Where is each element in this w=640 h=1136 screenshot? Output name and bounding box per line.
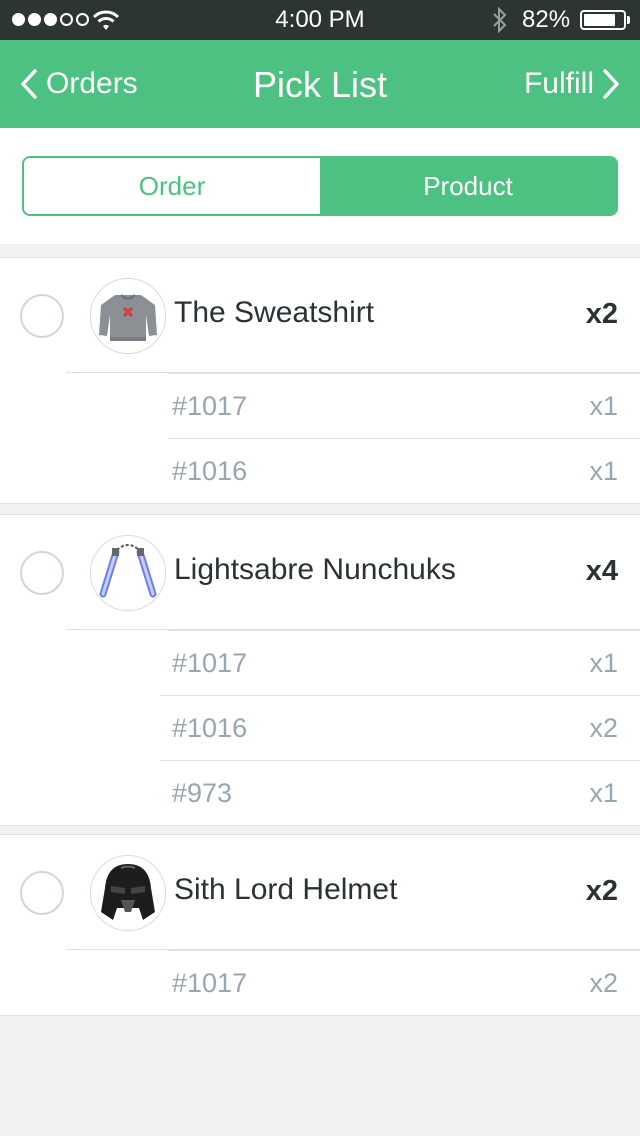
product-row[interactable]: Lightsabre Nunchuks x4 — [0, 515, 640, 630]
segmented-control: Order Product — [22, 156, 618, 216]
order-row[interactable]: #1017 x1 — [0, 630, 640, 695]
battery-level — [584, 14, 615, 26]
product-quantity: x2 — [585, 298, 618, 330]
product-quantity: x4 — [585, 555, 618, 587]
product-row[interactable]: The Sweatshirt x2 — [0, 258, 640, 373]
order-quantity: x1 — [589, 456, 618, 486]
divider — [168, 630, 640, 631]
divider — [168, 373, 640, 374]
helmet-image — [90, 855, 166, 931]
order-row[interactable]: #973 x1 — [0, 760, 640, 825]
order-row[interactable]: #1016 x1 — [0, 438, 640, 503]
product-quantity: x2 — [585, 875, 618, 907]
nunchuks-image — [90, 535, 166, 611]
order-quantity: x1 — [589, 648, 618, 678]
order-number: #1017 — [172, 648, 248, 678]
order-number: #973 — [172, 778, 233, 808]
order-row[interactable]: #1017 x1 — [0, 373, 640, 438]
order-number: #1017 — [172, 391, 248, 421]
order-quantity: x1 — [589, 778, 618, 808]
pick-checkbox[interactable] — [20, 551, 64, 595]
chevron-right-icon — [603, 69, 619, 99]
product-name: Lightsabre Nunchuks — [174, 553, 456, 586]
product-group: Sith Lord Helmet x2 #1017 x2 — [0, 834, 640, 1016]
divider — [160, 695, 640, 696]
order-quantity: x1 — [589, 391, 618, 421]
battery-percent: 82% — [522, 6, 571, 33]
order-number: #1016 — [172, 456, 248, 486]
battery-icon — [580, 10, 626, 30]
order-quantity: x2 — [589, 968, 618, 998]
product-group: The Sweatshirt x2 #1017 x1 #1016 x1 — [0, 257, 640, 504]
status-bar: 4:00 PM 82% — [0, 0, 640, 40]
pick-checkbox[interactable] — [20, 871, 64, 915]
order-quantity: x2 — [589, 713, 618, 743]
segment-product[interactable]: Product — [320, 158, 616, 214]
product-group: Lightsabre Nunchuks x4 #1017 x1 #1016 x2… — [0, 514, 640, 826]
order-number: #1016 — [172, 713, 248, 743]
order-number: #1017 — [172, 968, 248, 998]
order-row[interactable]: #1017 x2 — [0, 950, 640, 1015]
product-name: Sith Lord Helmet — [174, 873, 398, 906]
battery-tip — [627, 16, 630, 24]
fulfill-button[interactable]: Fulfill — [524, 66, 620, 102]
pick-checkbox[interactable] — [20, 294, 64, 338]
product-name: The Sweatshirt — [174, 296, 375, 329]
divider — [168, 950, 640, 951]
segmented-control-container: Order Product — [0, 128, 640, 244]
divider — [168, 438, 640, 439]
product-row[interactable]: Sith Lord Helmet x2 — [0, 835, 640, 950]
sweatshirt-image — [90, 278, 166, 354]
nav-bar: Orders Pick List Fulfill — [0, 40, 640, 128]
divider — [160, 760, 640, 761]
order-row[interactable]: #1016 x2 — [0, 695, 640, 760]
bluetooth-icon — [493, 6, 507, 34]
fulfill-button-label: Fulfill — [523, 67, 594, 100]
segment-order[interactable]: Order — [24, 158, 320, 214]
